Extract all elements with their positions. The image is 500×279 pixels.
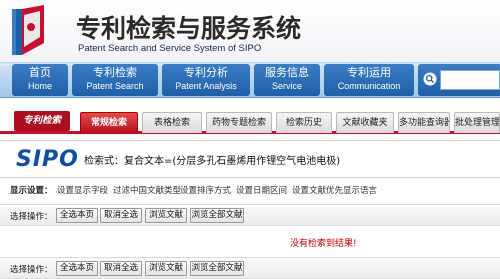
tab-batch-management[interactable]: 批处理管理 (454, 112, 500, 133)
deselect-all-button[interactable]: 取消全选 (100, 208, 142, 223)
nav-patent-analysis-en: Patent Analysis (175, 81, 237, 91)
deselect-all-button-bottom[interactable]: 取消全选 (100, 261, 142, 276)
nav-home[interactable]: 首页 Home (12, 64, 68, 96)
nav-patent-analysis-cn: 专利分析 (184, 66, 228, 79)
operations-bar-top: 选择操作： 全选本页 取消全选 浏览文献 浏览全部文献 (0, 204, 500, 226)
nav-service-en: Service (271, 81, 302, 91)
nav-home-en: Home (27, 81, 52, 91)
tab-favorites[interactable]: 文献收藏夹 (336, 112, 394, 133)
sipo-brand: SIPO (16, 147, 79, 172)
operations-label-bottom: 选择操作： (10, 265, 53, 275)
search-tabs: 专利检索 常规检索 表格检索 药物专题检索 检索历史 文献收藏夹 多功能查询器 … (0, 108, 500, 134)
browse-all-docs-button[interactable]: 浏览全部文献 (190, 208, 244, 223)
page: 专利检索与服务系统 Patent Search and Service Syst… (0, 0, 500, 279)
nav-search-area (418, 64, 500, 96)
nav-patent-analysis[interactable]: 专利分析 Patent Analysis (162, 64, 250, 96)
tab-table-search[interactable]: 表格检索 (142, 112, 202, 133)
nav-search-input[interactable] (440, 70, 500, 90)
set-language-priority-link[interactable]: 设置文献优先显示语言 (292, 184, 377, 196)
select-page-button[interactable]: 全选本页 (56, 208, 98, 223)
site-subtitle: Patent Search and Service System of SIPO (78, 43, 262, 54)
set-display-fields-link[interactable]: 设置显示字段 (57, 184, 108, 196)
search-icon[interactable] (423, 72, 437, 86)
tab-search-history[interactable]: 检索历史 (276, 112, 332, 133)
browse-docs-button[interactable]: 浏览文献 (145, 208, 187, 223)
filter-doc-type-link[interactable]: 过滤中国文献类型 (113, 184, 181, 196)
nav-home-cn: 首页 (29, 66, 51, 79)
nav-service[interactable]: 服务信息 Service (254, 64, 320, 96)
nav-patent-search-cn: 专利检索 (93, 66, 137, 79)
site-header: 专利检索与服务系统 Patent Search and Service Syst… (0, 0, 500, 62)
set-date-range-link[interactable]: 设置日期区间 (236, 184, 287, 196)
tab-drug-search[interactable]: 药物专题检索 (206, 112, 272, 133)
set-sort-link[interactable]: 设置排序方式 (180, 184, 231, 196)
display-settings-label: 显示设置： (10, 186, 53, 196)
tab-regular-search[interactable]: 常规检索 (80, 112, 138, 133)
no-result-message: 没有检索到结果! (290, 239, 357, 249)
query-expression: 检索式：复合文本=(分层多孔石墨烯用作锂空气电池电极) (84, 156, 341, 167)
main-nav: 首页 Home 专利检索 Patent Search 专利分析 Patent A… (0, 62, 500, 98)
operations-bar-bottom: 选择操作： 全选本页 取消全选 浏览文献 浏览全部文献 (0, 257, 500, 279)
nav-communication[interactable]: 专利运用 Communication (324, 64, 414, 96)
select-page-button-bottom[interactable]: 全选本页 (56, 261, 98, 276)
site-title: 专利检索与服务系统 (76, 14, 302, 43)
browse-all-docs-button-bottom[interactable]: 浏览全部文献 (190, 261, 244, 276)
nav-service-cn: 服务信息 (265, 66, 309, 79)
sipo-logo-icon (12, 5, 44, 55)
nav-communication-en: Communication (337, 81, 401, 91)
display-settings: 显示设置： 设置显示字段 过滤中国文献类型 设置排序方式 设置日期区间 设置文献… (0, 182, 500, 198)
patent-search-badge: 专利检索 (14, 111, 70, 131)
tab-multi-query[interactable]: 多功能查询器 (398, 112, 450, 133)
nav-patent-search[interactable]: 专利检索 Patent Search (72, 64, 158, 96)
nav-communication-cn: 专利运用 (347, 66, 391, 79)
operations-label: 选择操作： (10, 212, 53, 222)
nav-patent-search-en: Patent Search (86, 81, 144, 91)
browse-docs-button-bottom[interactable]: 浏览文献 (145, 261, 187, 276)
